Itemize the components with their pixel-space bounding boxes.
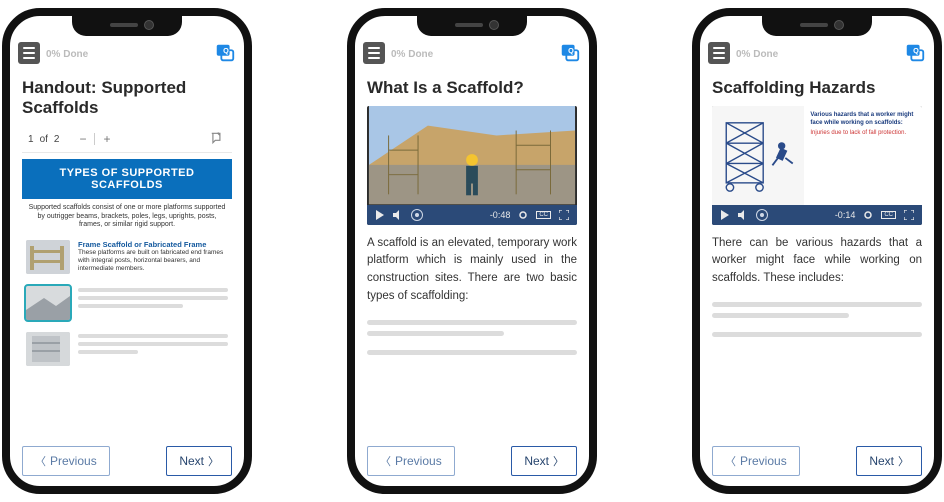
doc-item[interactable] (22, 326, 232, 372)
fullscreen-button[interactable] (904, 210, 914, 220)
next-button[interactable]: Next 〉 (511, 446, 577, 476)
text-placeholder (712, 302, 922, 318)
play-button[interactable] (375, 210, 385, 220)
svg-text:Q: Q (568, 46, 574, 55)
video-time: -0:14 (835, 210, 856, 220)
volume-button[interactable] (738, 210, 748, 220)
progress-text: 0% Done (46, 49, 208, 60)
zoom-out-button[interactable]: − (77, 132, 88, 146)
progress-indicator: 0% Done (46, 47, 208, 60)
play-button[interactable] (720, 210, 730, 220)
slide-illustration (712, 106, 804, 204)
settings-icon[interactable] (863, 210, 873, 220)
content-area: Various hazards that a worker might face… (700, 106, 934, 438)
progress-text: 0% Done (736, 49, 898, 60)
doc-item-thumb (26, 332, 70, 366)
lesson-body-text: A scaffold is an elevated, temporary wor… (367, 235, 577, 306)
previous-label: Previous (50, 454, 97, 468)
content-area: 1 of 2 − + TYPES OF SUPPORTED SCAFFOLDS … (10, 127, 244, 438)
volume-button[interactable] (393, 210, 403, 220)
progress-indicator: 0% Done (391, 47, 553, 60)
chevron-left-icon: 〈 (35, 453, 46, 469)
slide-text: Various hazards that a worker might face… (804, 106, 922, 204)
captions-button[interactable]: CC (881, 211, 896, 219)
menu-button[interactable] (363, 42, 385, 64)
video-slide: Various hazards that a worker might face… (712, 106, 922, 204)
phone-notch (72, 14, 182, 36)
video-controls: -0:14 CC (712, 205, 922, 225)
captions-button[interactable]: CC (536, 211, 551, 219)
nav-bar: 〈 Previous Next 〉 (355, 438, 589, 486)
video-player[interactable]: Various hazards that a worker might face… (712, 106, 922, 224)
chevron-right-icon: 〉 (898, 453, 909, 469)
video-frame (367, 106, 577, 204)
lesson-body-text: There can be various hazards that a work… (712, 235, 922, 288)
video-controls: -0:48 CC (367, 205, 577, 225)
doc-item[interactable] (22, 280, 232, 326)
seek-track[interactable] (411, 209, 423, 221)
nav-bar: 〈 Previous Next 〉 (10, 438, 244, 486)
doc-subtext: Supported scaffolds consist of one or mo… (22, 199, 232, 234)
previous-button[interactable]: 〈 Previous (367, 446, 455, 476)
chat-help-icon[interactable]: Q (559, 42, 581, 64)
progress-text: 0% Done (391, 49, 553, 60)
doc-item-placeholder (78, 332, 228, 366)
doc-banner: TYPES OF SUPPORTED SCAFFOLDS (22, 159, 232, 199)
settings-icon[interactable] (518, 210, 528, 220)
chevron-right-icon: 〉 (208, 453, 219, 469)
doc-item-desc: These platforms are built on fabricated … (78, 249, 228, 272)
nav-bar: 〈 Previous Next 〉 (700, 438, 934, 486)
video-player[interactable]: -0:48 CC (367, 106, 577, 224)
phone-frame-1: 0% Done Q Handout: Supported Scaffolds 1… (2, 8, 252, 494)
next-label: Next (524, 454, 549, 468)
chevron-left-icon: 〈 (725, 453, 736, 469)
next-button[interactable]: Next 〉 (856, 446, 922, 476)
next-button[interactable]: Next 〉 (166, 446, 232, 476)
previous-label: Previous (395, 454, 442, 468)
doc-page-current: 1 (28, 134, 34, 145)
previous-button[interactable]: 〈 Previous (22, 446, 110, 476)
doc-toolbar: 1 of 2 − + (22, 127, 232, 153)
text-placeholder (367, 350, 577, 355)
zoom-in-button[interactable]: + (101, 132, 112, 146)
doc-of-label: of (40, 134, 48, 145)
phone-frame-2: 0% Done Q What Is a Scaffold? (347, 8, 597, 494)
doc-item-thumb (26, 240, 70, 274)
next-label: Next (869, 454, 894, 468)
page-title: Scaffolding Hazards (700, 66, 934, 106)
chat-help-icon[interactable]: Q (904, 42, 926, 64)
next-label: Next (179, 454, 204, 468)
video-time: -0:48 (490, 210, 511, 220)
doc-page-total: 2 (54, 134, 60, 145)
doc-item[interactable]: Frame Scaffold or Fabricated Frame These… (22, 234, 232, 280)
slide-bullet: Injuries due to lack of fall protection. (810, 130, 916, 136)
chevron-right-icon: 〉 (553, 453, 564, 469)
slide-heading: Various hazards that a worker might face… (810, 112, 916, 126)
progress-indicator: 0% Done (736, 47, 898, 60)
chat-help-icon[interactable]: Q (214, 42, 236, 64)
seek-track[interactable] (756, 209, 768, 221)
phone-notch (762, 14, 872, 36)
doc-item-placeholder (78, 286, 228, 320)
page-title: What Is a Scaffold? (355, 66, 589, 106)
text-placeholder (367, 320, 577, 336)
annotate-button[interactable] (208, 131, 226, 148)
phone-notch (417, 14, 527, 36)
doc-item-title: Frame Scaffold or Fabricated Frame (78, 240, 228, 249)
chevron-left-icon: 〈 (380, 453, 391, 469)
content-area: -0:48 CC A scaffold is an elevated, temp… (355, 106, 589, 438)
doc-item-thumb (26, 286, 70, 320)
divider (94, 133, 95, 145)
previous-button[interactable]: 〈 Previous (712, 446, 800, 476)
menu-button[interactable] (18, 42, 40, 64)
page-title: Handout: Supported Scaffolds (10, 66, 244, 127)
scrollbar[interactable] (935, 96, 939, 236)
fullscreen-button[interactable] (559, 210, 569, 220)
menu-button[interactable] (708, 42, 730, 64)
text-placeholder (712, 332, 922, 337)
phone-frame-3: 0% Done Q Scaffolding Hazards (692, 8, 942, 494)
svg-text:Q: Q (223, 46, 229, 55)
svg-text:Q: Q (913, 46, 919, 55)
previous-label: Previous (740, 454, 787, 468)
